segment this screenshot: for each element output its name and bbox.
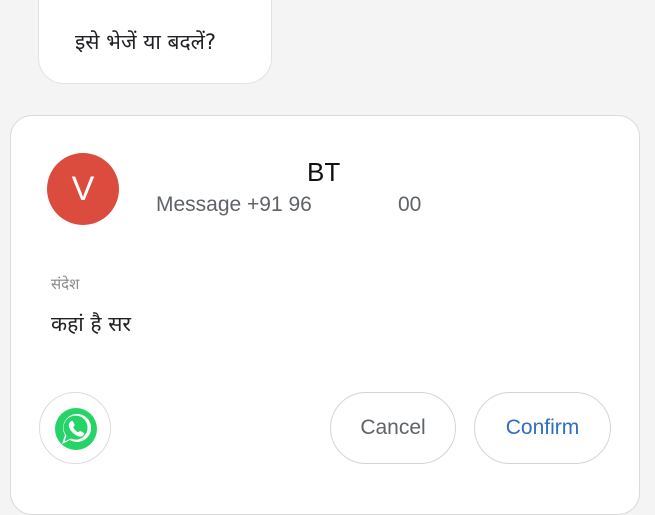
- avatar-letter: V: [71, 170, 95, 208]
- contact-name: BT: [307, 157, 341, 187]
- message-label: संदेश: [51, 275, 80, 293]
- cancel-button[interactable]: Cancel: [330, 392, 456, 464]
- assistant-prompt-text: इसे भेजें या बदलें?: [75, 30, 217, 54]
- message-confirmation-card: V BT Message +91 96 00 संदेश कहां है सर …: [10, 115, 640, 515]
- whatsapp-app-button[interactable]: [39, 392, 111, 464]
- contact-avatar: V: [47, 153, 119, 225]
- contact-number-suffix: 00: [398, 193, 422, 216]
- message-body[interactable]: कहां है सर: [51, 310, 131, 338]
- confirm-button[interactable]: Confirm: [474, 392, 611, 464]
- contact-number: Message +91 96: [156, 193, 312, 216]
- assistant-prompt-bubble: इसे भेजें या बदलें?: [38, 0, 272, 84]
- whatsapp-icon: [55, 408, 97, 450]
